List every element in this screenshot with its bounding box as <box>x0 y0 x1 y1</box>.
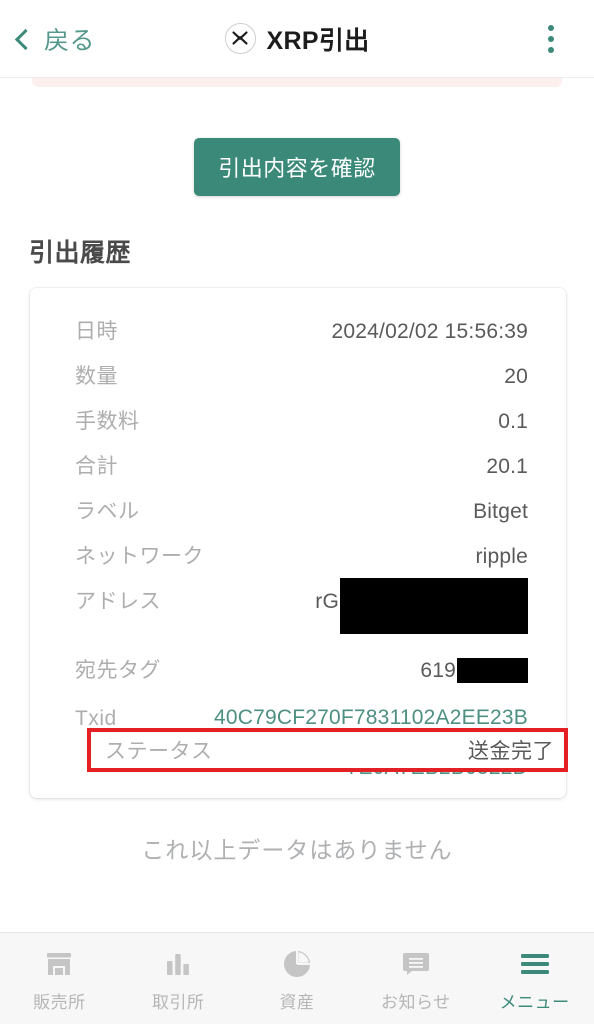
nav-label: メニュー <box>499 992 570 1012</box>
table-row: 日時 2024/02/02 15:56:39 <box>30 318 566 363</box>
no-more-data-message: これ以上データはありません <box>141 837 453 863</box>
kebab-menu-icon[interactable] <box>542 19 560 59</box>
table-row: 合計 20.1 <box>30 453 566 498</box>
tag-value-wrap: 619 <box>420 657 528 685</box>
bottom-navigation: 販売所 取引所 資産 お知らせ メニュー <box>0 932 594 1024</box>
row-value: Bitget <box>473 500 528 523</box>
confirm-withdrawal-button[interactable]: 引出内容を確認 <box>194 138 400 196</box>
page-title: XRP引出 <box>266 26 370 55</box>
nav-label: 資産 <box>279 992 315 1012</box>
row-label: 合計 <box>75 455 118 478</box>
row-label: 手数料 <box>75 410 140 433</box>
header-title-group: XRP引出 <box>0 21 594 57</box>
row-label: 数量 <box>75 365 118 388</box>
row-value: 2024/02/02 15:56:39 <box>331 320 528 343</box>
row-value: ripple <box>475 545 528 568</box>
nav-item-assets[interactable]: 資産 <box>238 933 357 1024</box>
nav-label: 取引所 <box>151 992 205 1012</box>
pie-chart-icon <box>280 949 314 979</box>
app-screen: 戻る XRP引出 引出内容を確認 引出履歴 日時 2024/02/02 15:5… <box>0 0 594 1024</box>
hamburger-icon <box>518 949 552 979</box>
nav-item-menu[interactable]: メニュー <box>475 933 594 1024</box>
status-label: ステータス <box>105 740 213 763</box>
row-value: 0.1 <box>498 410 528 433</box>
xrp-circle-icon <box>224 23 256 54</box>
withdrawal-history-card: 日時 2024/02/02 15:56:39 数量 20 手数料 0.1 合計 … <box>30 288 568 798</box>
row-label: 宛先タグ <box>75 659 161 682</box>
table-row: 手数料 0.1 <box>30 408 566 453</box>
history-detail-rows: 日時 2024/02/02 15:56:39 数量 20 手数料 0.1 合計 … <box>30 318 566 780</box>
nav-label: お知らせ <box>380 992 451 1012</box>
nav-item-sales-office[interactable]: 販売所 <box>0 933 119 1024</box>
status-badge: 送金完了 <box>468 740 554 763</box>
address-value-wrap: rG <box>315 578 528 634</box>
nav-label: 販売所 <box>33 992 86 1012</box>
redaction-bar <box>340 578 528 634</box>
table-row: 数量 20 <box>30 363 566 408</box>
table-row-address: アドレス rG <box>30 578 566 657</box>
table-row: ラベル Bitget <box>30 498 566 543</box>
row-value: 619 <box>420 659 456 682</box>
row-value: 20 <box>504 365 528 388</box>
row-label: アドレス <box>75 590 161 613</box>
storefront-icon <box>42 949 76 979</box>
row-value: 20.1 <box>486 455 528 478</box>
row-label: ネットワーク <box>75 545 204 568</box>
nav-item-notifications[interactable]: お知らせ <box>356 933 475 1024</box>
nav-item-exchange[interactable]: 取引所 <box>119 933 238 1024</box>
table-row-destination-tag: 宛先タグ 619 <box>30 657 566 705</box>
redaction-bar <box>457 658 528 683</box>
row-value: rG <box>315 590 339 613</box>
row-label: 日時 <box>75 320 118 343</box>
bar-chart-icon <box>161 949 195 979</box>
withdrawal-history-title: 引出履歴 <box>29 239 132 267</box>
app-header: 戻る XRP引出 <box>0 0 594 78</box>
message-icon <box>399 949 433 979</box>
status-row: ステータス 送金完了 <box>87 728 568 772</box>
row-label: ラベル <box>75 500 140 523</box>
